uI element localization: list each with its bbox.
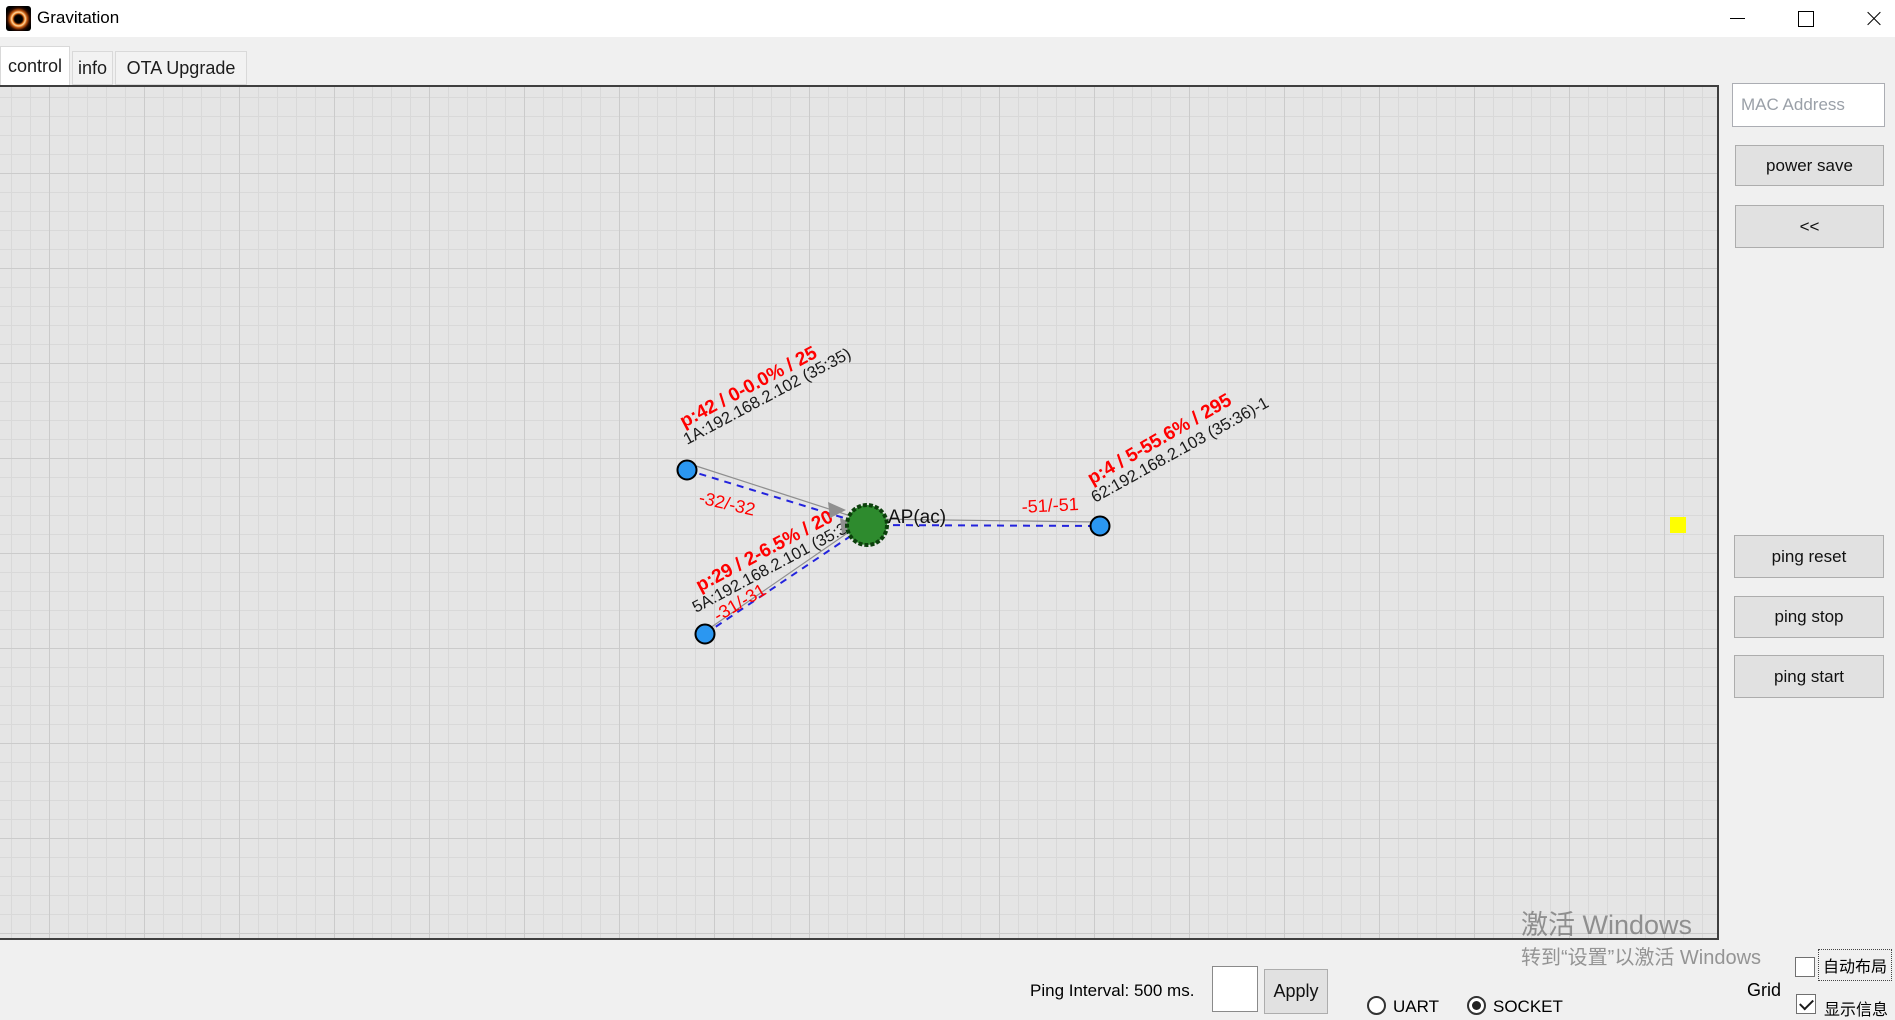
show-info-label[interactable]: 显示信息 [1824, 996, 1888, 1020]
maximize-icon [1798, 11, 1814, 27]
station-node-62[interactable] [1091, 517, 1110, 536]
apply-button[interactable]: Apply [1264, 969, 1328, 1014]
tab-control[interactable]: control [0, 46, 70, 85]
close-button[interactable] [1851, 0, 1895, 37]
ping-stop-button[interactable]: ping stop [1734, 596, 1884, 638]
app-icon [6, 6, 31, 31]
windows-activation-watermark-line2: 转到“设置”以激活 Windows [1521, 941, 1761, 970]
windows-activation-watermark-line1: 激活 Windows [1521, 903, 1692, 942]
grid-label: Grid [1747, 980, 1781, 1001]
minimize-button[interactable] [1715, 0, 1760, 37]
tab-strip: control info OTA Upgrade [0, 37, 1895, 85]
power-save-button[interactable]: power save [1735, 145, 1884, 186]
station-node-1a[interactable] [678, 461, 697, 480]
ap-node[interactable] [847, 505, 887, 545]
ping-start-button[interactable]: ping start [1734, 655, 1884, 698]
radio-selected-dot [1472, 1001, 1481, 1010]
tab-info[interactable]: info [72, 51, 113, 85]
link-a-addr-label: 1A:192.168.2.102 (35:35) [680, 345, 854, 449]
window-title: Gravitation [37, 8, 119, 28]
uart-radio[interactable] [1367, 996, 1386, 1015]
collapse-panel-button[interactable]: << [1735, 205, 1884, 248]
show-info-checkbox[interactable] [1796, 994, 1816, 1014]
ap-node-label: AP(ac) [888, 507, 946, 528]
link-a-rssi-label: -32/-32 [697, 487, 757, 519]
auto-layout-label[interactable]: 自动布局 [1818, 949, 1892, 981]
socket-radio[interactable] [1467, 996, 1486, 1015]
topology-canvas[interactable]: p:42 / 0-0.0% / 25 1A:192.168.2.102 (35:… [0, 85, 1719, 940]
link-c-rssi-label: -51/-51 [1021, 494, 1079, 517]
close-icon [1866, 11, 1882, 27]
minimize-icon [1730, 18, 1745, 19]
maximize-button[interactable] [1783, 0, 1828, 37]
station-node-5a[interactable] [696, 625, 715, 644]
yellow-marker[interactable] [1670, 517, 1686, 533]
mac-address-input[interactable] [1732, 83, 1885, 127]
socket-radio-label: SOCKET [1493, 997, 1563, 1017]
ping-reset-button[interactable]: ping reset [1734, 535, 1884, 578]
title-bar: Gravitation [0, 0, 1895, 37]
link-c-addr-label: 62:192.168.2.103 (35:36)-1 [1088, 394, 1272, 507]
ping-interval-input[interactable] [1212, 966, 1258, 1012]
uart-radio-label: UART [1393, 997, 1439, 1017]
tab-ota-upgrade[interactable]: OTA Upgrade [115, 51, 247, 85]
checkmark-icon [1799, 995, 1814, 1010]
ping-interval-label: Ping Interval: 500 ms. [1030, 981, 1194, 1001]
auto-layout-checkbox[interactable] [1795, 957, 1815, 977]
